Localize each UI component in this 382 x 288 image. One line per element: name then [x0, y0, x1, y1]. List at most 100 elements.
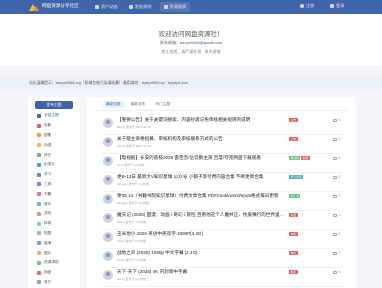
- sidebar-item[interactable]: 游戏: [28, 209, 80, 219]
- contact-email-link[interactable]: baoyu9988@gmail.com: [180, 40, 222, 45]
- avatar[interactable]: [103, 232, 113, 242]
- tag-group: 公告: [289, 137, 298, 141]
- search-icon: [163, 5, 168, 9]
- avatar[interactable]: [103, 156, 113, 166]
- sidebar-item[interactable]: 短剧: [28, 229, 80, 239]
- user-add-icon: [300, 4, 304, 8]
- topic-title[interactable]: 更B-13日 最新大V知识星球 公众号 小鹅子等付费内容合集 不断更新合集: [117, 174, 287, 180]
- sidebar-item[interactable]: 动漫: [28, 140, 80, 150]
- tag-badge[interactable]: 学习资源: [289, 175, 304, 179]
- reply-count: 0: [333, 118, 340, 122]
- topic-row[interactable]: 玉米地小.2025.英语中英双字.1080P[3.4G] Kirina 发布于 5…: [103, 231, 343, 249]
- sidebar-item[interactable]: 全部主题: [28, 111, 80, 121]
- home-icon: [95, 5, 99, 9]
- tag-badge[interactable]: 动漫: [289, 213, 298, 217]
- tab-latest-post[interactable]: 最新发布: [128, 101, 149, 108]
- category-list: 全部主题电影剧集 动漫 综艺 纪录片 学习 工具书籍音乐游戏 体育 短剧 高清 图片 资源求助 网盘其…: [28, 111, 80, 287]
- avatar[interactable]: [103, 213, 113, 223]
- reply-count-value: 0: [338, 137, 341, 141]
- sidebar-item[interactable]: 书籍: [28, 189, 80, 199]
- topic-title[interactable]: 魔天记 (2025) 国漫：动画 / 奇幻 / 冒险 且看他这个人魔并正、抗鬼横…: [117, 212, 287, 218]
- sidebar-item[interactable]: 网盘: [28, 268, 80, 278]
- reply-count: 0: [333, 175, 340, 179]
- nav-item-rules[interactable]: 发帖规则: [126, 2, 155, 12]
- banner-contact: 联系邮箱：baoyu9988@gmail.com: [0, 40, 382, 46]
- topic-title[interactable]: 更06.14（书籍书院知识星球）付费文章合集 PDF/mobi/word/epu…: [117, 193, 287, 199]
- nav-item-search[interactable]: 资源搜索: [159, 2, 191, 12]
- sidebar-item[interactable]: 剧集: [28, 131, 80, 141]
- avatar[interactable]: [103, 137, 113, 147]
- tag-badge[interactable]: 电影: [289, 270, 298, 274]
- tag-group: 电影: [289, 270, 298, 274]
- topic-row[interactable]: 战地之声 (2025) 1080p 中文字幕 [2.4G] Kirina 发布于 …: [103, 250, 343, 268]
- tag-group: 公告: [289, 118, 298, 122]
- tag-group: 电影: [289, 251, 298, 255]
- topic-row[interactable]: 更06.14（书籍书院知识星球）付费文章合集 PDF/mobi/word/epu…: [103, 193, 343, 211]
- topic-title[interactable]: 天下·天下 (2025) 4K 内封简中字幕: [117, 269, 287, 275]
- sidebar-item[interactable]: 综艺: [28, 150, 80, 160]
- site-name[interactable]: 网盘资源分享社区: [42, 3, 79, 9]
- topic-title[interactable]: 玉米地小.2025.英语中英双字.1080P[3.4G]: [117, 231, 287, 237]
- category-sidebar: 发布主题 全部主题电影剧集 动漫 综艺 纪录片 学习 工具书籍音乐游戏 体育 短剧 高清 图片 资源…: [28, 97, 80, 288]
- topic-row[interactable]: 更B-13日 最新大V知识星球 公众号 小鹅子等付费内容合集 不断更新合集 fdh…: [103, 174, 343, 192]
- login-link[interactable]: 登录: [330, 3, 344, 9]
- sidebar-item[interactable]: 学习: [28, 170, 80, 180]
- register-link[interactable]: 注册: [300, 3, 314, 9]
- category-icon: [37, 153, 41, 158]
- sidebar-item[interactable]: 图片: [28, 248, 80, 258]
- comment-icon: [333, 232, 337, 236]
- sidebar-item[interactable]: 工具: [28, 180, 80, 190]
- sidebar-item[interactable]: 高清: [28, 238, 80, 248]
- category-icon: [37, 133, 41, 138]
- tab-latest-reply[interactable]: 最新回复: [103, 101, 124, 108]
- sidebar-item[interactable]: 体育: [28, 219, 80, 229]
- sidebar-item-label: 电影: [44, 123, 52, 128]
- topic-title[interactable]: 【重要公告】关于关键词搜索、内容抄袭与免审核相关规则的说明: [117, 117, 287, 123]
- topic-row[interactable]: 【重要公告】关于关键词搜索、内容抄袭与免审核相关规则的说明 admin 发布于 2…: [103, 117, 343, 135]
- comment-icon: [333, 118, 337, 122]
- topic-row[interactable]: 【电视剧】长安的荔枝2025 雷佳音/岳云鹏主演 百度/夸克网盘下载观看 hxzy…: [103, 155, 343, 173]
- topic-title[interactable]: 战地之声 (2025) 1080p 中文字幕 [2.4G]: [117, 250, 287, 256]
- sidebar-item-label: 音乐: [44, 201, 52, 206]
- category-icon: [37, 211, 41, 216]
- topic-row[interactable]: 天下·天下 (2025) 4K 内封简中字幕 Kirina 发布于 6小时前 电影 0: [103, 269, 343, 287]
- avatar[interactable]: [103, 118, 113, 128]
- topic-title[interactable]: 关于版主资格招募、审核机构及审核联系方式的公告: [117, 136, 287, 142]
- row-divider: [103, 248, 343, 249]
- reply-count-value: 0: [338, 156, 341, 160]
- reply-count: 0: [333, 232, 340, 236]
- topic-row[interactable]: 关于版主资格招募、审核机构及审核联系方式的公告 admin 发布于 2024-11…: [103, 136, 343, 154]
- avatar[interactable]: [103, 251, 113, 261]
- tag-badge[interactable]: 电视剧: [289, 156, 301, 160]
- sidebar-item[interactable]: 资源求助: [28, 258, 80, 268]
- category-icon: [37, 113, 41, 118]
- avatar[interactable]: [103, 175, 113, 185]
- tag-badge[interactable]: 公告: [289, 118, 298, 122]
- sidebar-item[interactable]: 其它: [28, 278, 80, 288]
- topic-meta: fdhappy 发布于 3小时前: [117, 201, 150, 205]
- site-logo-icon[interactable]: [28, 2, 39, 12]
- tab-hot[interactable]: 热门主题: [153, 101, 174, 108]
- category-icon: [37, 162, 41, 167]
- comment-icon: [333, 194, 337, 198]
- sidebar-item[interactable]: 音乐: [28, 199, 80, 209]
- category-icon: [37, 251, 41, 256]
- category-icon: [37, 143, 41, 148]
- new-topic-button[interactable]: 发布主题: [35, 101, 73, 109]
- sidebar-item-label: 工具: [44, 181, 52, 186]
- reply-count-value: 0: [338, 118, 341, 122]
- nav-item-activity[interactable]: 资产动态: [92, 2, 121, 12]
- tag-badge[interactable]: 电影: [289, 232, 298, 236]
- reply-count: 0: [333, 137, 340, 141]
- sidebar-item[interactable]: 纪录片: [28, 160, 80, 170]
- tag-badge[interactable]: 电子书: [289, 194, 301, 198]
- tag-badge[interactable]: 公告: [289, 137, 298, 141]
- topic-title[interactable]: 【电视剧】长安的荔枝2025 雷佳音/岳云鹏主演 百度/夸克网盘下载观看: [117, 155, 287, 161]
- avatar[interactable]: [103, 194, 113, 204]
- tag-badge[interactable]: 剧集: [301, 156, 311, 160]
- login-label: 登录: [336, 3, 345, 8]
- tag-badge[interactable]: 电影: [289, 251, 298, 255]
- sidebar-item[interactable]: 电影: [28, 121, 80, 131]
- topic-row[interactable]: 魔天记 (2025) 国漫：动画 / 奇幻 / 冒险 且看他这个人魔并正、抗鬼横…: [103, 212, 343, 230]
- avatar[interactable]: [103, 270, 113, 280]
